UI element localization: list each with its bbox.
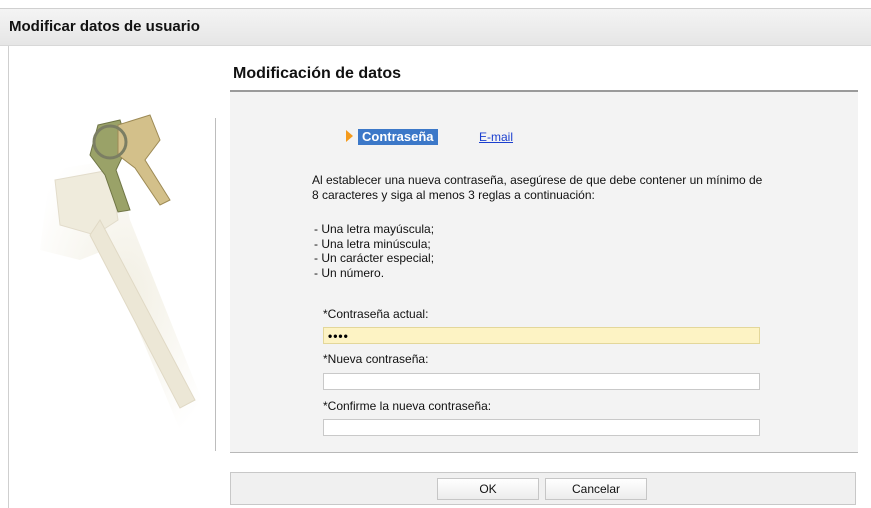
ok-button[interactable]: OK <box>437 478 539 500</box>
rule-item: - Una letra minúscula; <box>314 236 431 251</box>
window-title: Modificar datos de usuario <box>9 18 200 35</box>
form-bottom-divider <box>230 452 858 453</box>
rule-item: - Una letra mayúscula; <box>314 222 435 236</box>
triangle-right-icon <box>346 130 353 142</box>
outer-left-border <box>8 44 9 508</box>
new-password-label: *Nueva contraseña: <box>323 352 429 366</box>
title-bar: Modificar datos de usuario <box>0 8 871 46</box>
rule-item: - Un carácter especial; <box>314 251 435 265</box>
confirm-password-input[interactable] <box>323 419 760 436</box>
current-password-input[interactable] <box>323 327 760 344</box>
rule-item: - Un número. <box>314 265 385 280</box>
cancel-button[interactable]: Cancelar <box>545 478 647 500</box>
button-bar <box>230 472 856 505</box>
section-title: Modificación de datos <box>233 65 402 82</box>
rules-list: - Una letra mayúscula; - Una letra minús… <box>314 222 434 280</box>
current-password-label: *Contraseña actual: <box>323 307 429 321</box>
tab-email[interactable]: E-mail <box>479 130 513 144</box>
new-password-input[interactable] <box>323 373 760 390</box>
confirm-password-label: *Confirme la nueva contraseña: <box>323 399 492 413</box>
keys-illustration <box>40 114 210 430</box>
description-text: Al establecer una nueva contraseña, aseg… <box>312 173 763 202</box>
tab-contrasena[interactable]: Contraseña <box>358 129 438 145</box>
vertical-separator <box>215 118 216 451</box>
